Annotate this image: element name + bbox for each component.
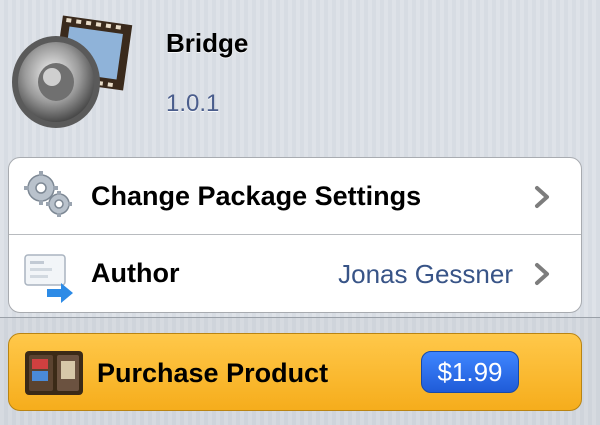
chevron-right-icon bbox=[535, 186, 549, 208]
package-title: Bridge bbox=[166, 28, 249, 58]
author-row[interactable]: Author Jonas Gessner bbox=[9, 235, 581, 312]
change-package-settings-row[interactable]: Change Package Settings bbox=[9, 158, 581, 235]
gears-icon bbox=[24, 171, 72, 217]
purchase-product-label: Purchase Product bbox=[97, 358, 329, 388]
package-version: 1.0.1 bbox=[166, 90, 220, 117]
author-label: Author bbox=[91, 258, 180, 288]
options-group: Change Package Settings Author Jonas Ges… bbox=[8, 157, 582, 313]
change-package-settings-label: Change Package Settings bbox=[91, 181, 422, 211]
contact-card-arrow-icon bbox=[24, 254, 73, 303]
price-badge: $1.99 bbox=[421, 351, 519, 393]
purchase-product-button[interactable]: Purchase Product $1.99 bbox=[8, 333, 582, 411]
author-name: Jonas Gessner bbox=[338, 259, 513, 289]
package-header: Bridge 1.0.1 bbox=[0, 0, 600, 150]
chevron-right-icon bbox=[535, 263, 549, 285]
wallet-icon bbox=[25, 351, 83, 395]
speaker-filmstrip-icon bbox=[12, 15, 133, 128]
